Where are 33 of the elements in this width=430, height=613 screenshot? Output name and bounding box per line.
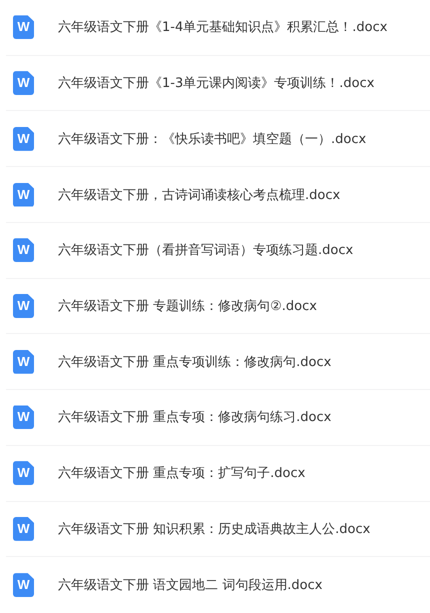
file-row[interactable]: W 六年级语文下册（看拼音写词语）专项练习题.docx [6, 222, 430, 279]
word-file-icon: W [13, 350, 34, 374]
file-name: 六年级语文下册 专题训练：修改病句②.docx [58, 298, 317, 315]
file-row[interactable]: W 六年级语文下册《1-3单元课内阅读》专项训练！.docx [6, 56, 430, 112]
file-name: 六年级语文下册：《快乐读书吧》填空题（一）.docx [58, 130, 366, 148]
file-row[interactable]: W 六年级语文下册 重点专项：修改病句练习.docx [6, 390, 430, 446]
word-file-icon: W [13, 405, 34, 430]
file-name: 六年级语文下册（看拼音写词语）专项练习题.docx [58, 242, 354, 260]
file-row[interactable]: W 六年级语文下册 语文园地二 词句段运用.docx [6, 557, 430, 613]
file-name: 六年级语文下册，古诗词诵读核心考点梳理.docx [58, 186, 340, 204]
file-name: 六年级语文下册 知识积累：历史成语典故主人公.docx [58, 520, 370, 538]
file-name: 六年级语文下册 重点专项：修改病句练习.docx [58, 409, 332, 426]
file-row[interactable]: W 六年级语文下册 重点专项训练：修改病句.docx [6, 334, 430, 390]
file-name: 六年级语文下册《1-4单元基础知识点》积累汇总！.docx [58, 19, 388, 36]
word-file-icon: W [13, 71, 34, 96]
file-name: 六年级语文下册 重点专项训练：修改病句.docx [58, 354, 332, 371]
word-file-icon: W [13, 516, 34, 541]
file-row[interactable]: W 六年级语文下册 专题训练：修改病句②.docx [6, 278, 430, 334]
file-name: 六年级语文下册《1-3单元课内阅读》专项训练！.docx [58, 75, 374, 92]
word-file-icon: W [13, 15, 34, 40]
file-row[interactable]: W 六年级语文下册 重点专项：扩写句子.docx [6, 446, 430, 502]
file-name: 六年级语文下册 语文园地二 词句段运用.docx [58, 577, 322, 594]
word-file-icon: W [13, 182, 34, 207]
word-file-icon: W [13, 126, 34, 151]
word-file-icon: W [13, 238, 34, 262]
file-row[interactable]: W 六年级语文下册，古诗词诵读核心考点梳理.docx [6, 167, 430, 223]
file-row[interactable]: W 六年级语文下册《1-4单元基础知识点》积累汇总！.docx [6, 0, 430, 56]
file-row[interactable]: W 六年级语文下册 知识积累：历史成语典故主人公.docx [6, 502, 430, 558]
word-file-icon: W [13, 294, 34, 318]
word-file-icon: W [13, 573, 34, 598]
file-row[interactable]: W 六年级语文下册：《快乐读书吧》填空题（一）.docx [6, 111, 430, 168]
file-name: 六年级语文下册 重点专项：扩写句子.docx [58, 465, 306, 482]
word-file-icon: W [13, 461, 34, 486]
